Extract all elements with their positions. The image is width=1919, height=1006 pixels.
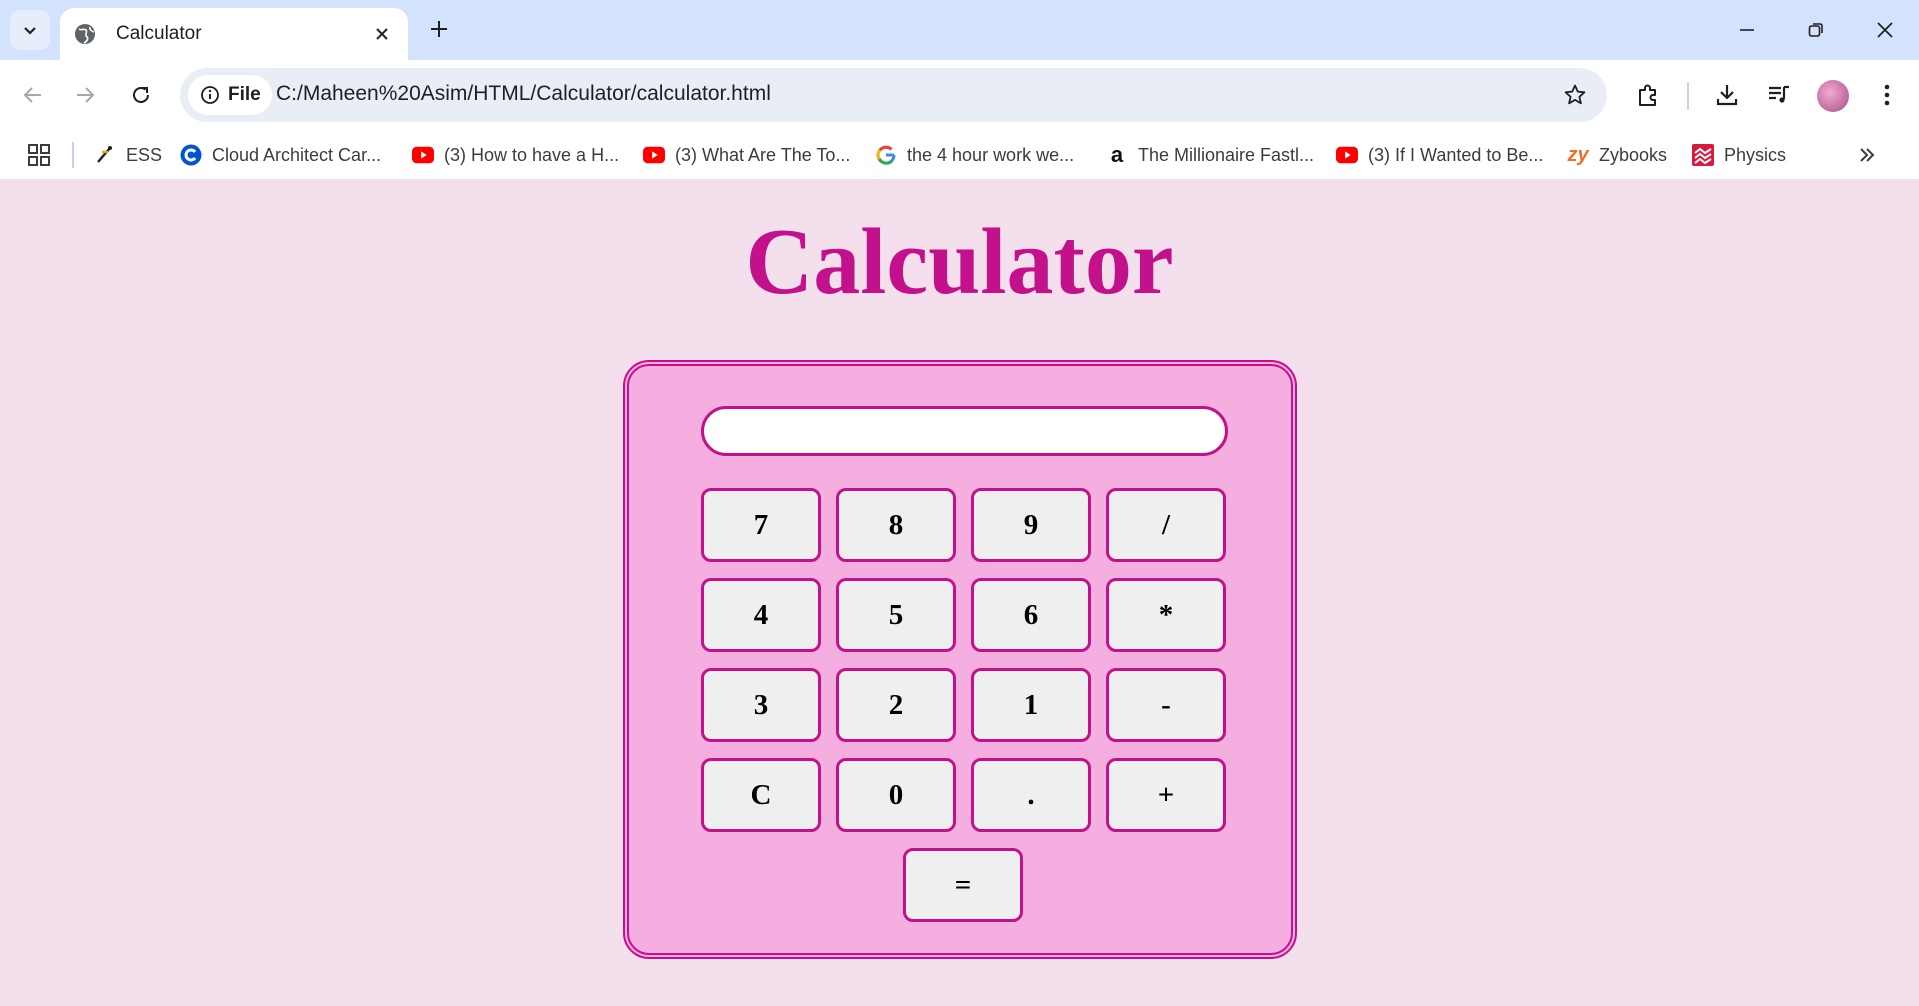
chevron-double-right-icon	[1860, 148, 1875, 162]
physics-icon	[1692, 144, 1714, 166]
key-2[interactable]: 2	[836, 668, 956, 742]
zybooks-icon: zy	[1567, 143, 1589, 166]
calculator-panel: 7 8 9 / 4 5 6 * 3 2 1 - C 0 . + =	[623, 360, 1297, 959]
bookmark-label: (3) How to have a H...	[444, 144, 620, 165]
key-subtract[interactable]: -	[1106, 668, 1226, 742]
bookmark-label: the 4 hour work we...	[907, 144, 1075, 165]
close-icon	[1877, 22, 1893, 38]
info-icon	[201, 86, 219, 104]
new-tab-button[interactable]	[424, 14, 454, 44]
key-1[interactable]: 1	[971, 668, 1091, 742]
bookmark-label: ESS	[126, 144, 163, 165]
close-window-button[interactable]	[1860, 10, 1910, 50]
back-button[interactable]	[12, 74, 54, 116]
playlist-music-icon	[1769, 85, 1789, 103]
puzzle-icon	[1639, 84, 1656, 106]
key-decimal[interactable]: .	[971, 758, 1091, 832]
site-info-label: File	[228, 84, 261, 105]
bookmark-label: The Millionaire Fastl...	[1138, 144, 1315, 165]
bookmark-cloud-architect[interactable]: Cloud Architect Car...	[180, 140, 381, 170]
key-multiply[interactable]: *	[1106, 578, 1226, 652]
toolbar-separator	[1687, 82, 1689, 110]
reload-button[interactable]	[120, 74, 162, 116]
address-bar[interactable]: File C:/Maheen%20Asim/HTML/Calculator/ca…	[180, 68, 1607, 122]
ess-icon	[94, 144, 116, 166]
bookmark-label: (3) If I Wanted to Be...	[1368, 144, 1544, 165]
key-add[interactable]: +	[1106, 758, 1226, 832]
plus-icon	[431, 21, 447, 37]
key-clear[interactable]: C	[701, 758, 821, 832]
key-5[interactable]: 5	[836, 578, 956, 652]
bookmarks-bar: ESS Cloud Architect Car... (3) How to ha…	[0, 130, 1919, 180]
downloads-button[interactable]	[1706, 74, 1748, 116]
url-text[interactable]: C:/Maheen%20Asim/HTML/Calculator/calcula…	[276, 82, 771, 106]
forward-button[interactable]	[64, 74, 106, 116]
bookmark-how-to-have[interactable]: (3) How to have a H...	[412, 140, 619, 170]
bookmark-label: Zybooks	[1599, 144, 1668, 165]
apps-grid-icon[interactable]	[26, 142, 52, 168]
tab-calculator[interactable]: Calculator	[60, 8, 408, 60]
download-icon	[1716, 85, 1738, 106]
globe-icon	[75, 24, 95, 44]
tab-strip: Calculator	[0, 0, 1919, 60]
google-icon	[875, 144, 897, 166]
calculator-display[interactable]	[701, 406, 1228, 456]
extensions-button[interactable]	[1627, 74, 1669, 116]
coursera-icon	[180, 144, 202, 166]
bookmark-label: (3) What Are The To...	[675, 144, 851, 165]
page-title: Calculator	[745, 210, 1174, 314]
bookmark-if-i-wanted[interactable]: (3) If I Wanted to Be...	[1336, 140, 1543, 170]
key-8[interactable]: 8	[836, 488, 956, 562]
site-info-chip[interactable]: File	[188, 75, 272, 115]
youtube-icon	[1336, 144, 1358, 166]
more-vertical-icon	[1884, 84, 1890, 106]
bookmark-ess[interactable]: ESS	[94, 140, 162, 170]
key-3[interactable]: 3	[701, 668, 821, 742]
bookmark-label: Physics	[1724, 144, 1787, 165]
youtube-icon	[643, 144, 665, 166]
key-0[interactable]: 0	[836, 758, 956, 832]
reload-icon	[133, 86, 149, 103]
arrow-right-icon	[77, 87, 95, 103]
bookmark-what-are-the[interactable]: (3) What Are The To...	[643, 140, 850, 170]
tab-title: Calculator	[116, 23, 202, 44]
browser-toolbar: File C:/Maheen%20Asim/HTML/Calculator/ca…	[0, 60, 1919, 130]
key-6[interactable]: 6	[971, 578, 1091, 652]
restore-button[interactable]	[1791, 10, 1841, 50]
minimize-icon	[1740, 29, 1754, 31]
bookmarks-separator	[72, 142, 74, 168]
profile-avatar[interactable]	[1817, 80, 1849, 112]
chevron-down-icon	[24, 27, 36, 35]
key-divide[interactable]: /	[1106, 488, 1226, 562]
amazon-icon: a	[1110, 142, 1124, 167]
more-bookmarks-button[interactable]	[1854, 142, 1880, 168]
bookmark-physics[interactable]: Physics	[1692, 140, 1786, 170]
bookmark-label: Cloud Architect Car...	[212, 144, 382, 165]
close-tab-button[interactable]	[370, 22, 394, 46]
key-7[interactable]: 7	[701, 488, 821, 562]
restore-icon	[1808, 23, 1823, 37]
browser-menu-button[interactable]	[1866, 74, 1908, 116]
tab-search-button[interactable]	[10, 10, 50, 50]
close-icon	[376, 28, 388, 40]
bookmark-star-button[interactable]	[1561, 81, 1589, 109]
star-icon	[1564, 84, 1586, 105]
key-4[interactable]: 4	[701, 578, 821, 652]
key-9[interactable]: 9	[971, 488, 1091, 562]
bookmark-4-hour-work[interactable]: the 4 hour work we...	[875, 140, 1074, 170]
media-controls-button[interactable]	[1758, 74, 1800, 116]
youtube-icon	[412, 144, 434, 166]
bookmark-millionaire-fastlane[interactable]: a The Millionaire Fastl...	[1106, 140, 1314, 170]
key-equals[interactable]: =	[903, 848, 1023, 922]
bookmark-zybooks[interactable]: zy Zybooks	[1567, 140, 1667, 170]
arrow-left-icon	[23, 87, 41, 103]
minimize-button[interactable]	[1722, 10, 1772, 50]
